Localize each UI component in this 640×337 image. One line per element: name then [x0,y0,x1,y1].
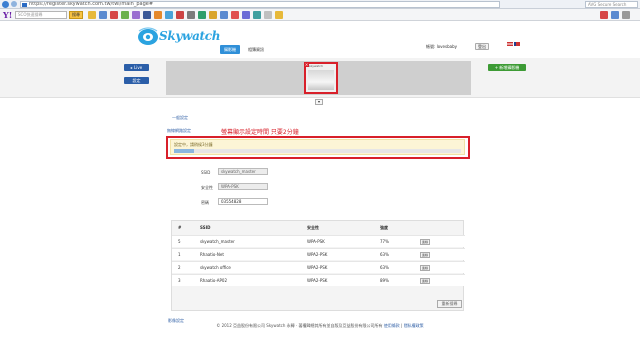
toolbar-shortcut-icon[interactable] [143,11,151,19]
toolbar-shortcut-icon[interactable] [121,11,129,19]
privacy-link[interactable]: 隱私權政策 [404,323,424,328]
connect-button[interactable]: 連線 [420,265,430,271]
flag-tw-icon[interactable] [507,42,513,46]
row-strength: 63% [380,265,389,270]
security-label: 安全性 [201,185,213,190]
table-header-num: # [178,225,182,230]
row-ssid: Rhaatio-Net [200,252,224,257]
back-icon[interactable] [2,0,9,8]
progress-fill [174,149,195,153]
connect-button[interactable]: 連線 [420,278,430,284]
row-ssid: skywatch_master [200,239,235,244]
row-strength: 77% [380,239,389,244]
row-strength: 89% [380,278,389,283]
password-field[interactable]: 03554828 [218,198,268,205]
row-num: 2 [178,265,181,270]
yahoo-logo-icon[interactable]: Y! [3,11,12,19]
yahoo-toolbar: Y! SCO快速搜尋 搜尋 [0,9,640,21]
row-strength: 63% [380,252,389,257]
toolbar-shortcut-icon[interactable] [242,11,250,19]
forward-icon[interactable] [11,1,17,7]
browser-address-bar: https://register.skywatch.com.tw/twi/mai… [0,0,640,9]
toolbar-shortcut-icon[interactable] [264,11,272,19]
table-row[interactable]: 5 skywatch_master WPA-PSK 77% 連線 [172,235,465,247]
logout-button[interactable]: 登出 [475,43,489,50]
toolbar-shortcut-icon[interactable] [110,11,118,19]
row-security: WPA2-PSK [307,265,328,270]
browser-search-field[interactable]: AVG Secure Search [585,1,638,8]
camera-thumbnail[interactable]: × skywatch [304,62,338,94]
flag-us-icon[interactable] [514,42,520,46]
account-label: 帳號: lovesbaby [426,44,457,49]
ssid-field[interactable]: skywatch_master [218,168,268,175]
row-security: WPA-PSK [307,239,325,244]
row-security: WPA2-PSK [307,278,328,283]
footer-copyright: © 2012 亞益股份有限公司 Skywatch 永轉 · 著權歸總其所有並自版… [216,323,383,328]
progress-bar [174,149,461,153]
chevron-down-icon[interactable]: ▾ [315,99,323,105]
table-row[interactable]: 1 Rhaatio-Net WPA2-PSK 63% 連線 [172,248,465,260]
url-text: https://register.skywatch.com.tw/twi/mai… [29,1,154,7]
live-button[interactable]: ▸ Live [124,64,149,71]
toolbar-search-placeholder: SCO快速搜尋 [18,12,43,17]
toolbar-shortcut-icon[interactable] [220,11,228,19]
tab-album[interactable]: 相簿資訊 [244,45,268,54]
toolbar-shortcut-icon[interactable] [99,11,107,19]
row-num: 5 [178,239,181,244]
setting-progress-alert: 設定中，請稍候3分鐘 [170,139,465,155]
toolbar-extension-icon[interactable] [600,11,608,19]
toolbar-shortcut-icon[interactable] [231,11,239,19]
page-footer: © 2012 亞益股份有限公司 Skywatch 永轉 · 著權歸總其所有並自版… [0,323,640,337]
camera-preview-image [308,70,334,90]
table-row[interactable]: 2 skywatch office WPA2-PSK 63% 連線 [172,261,465,273]
annotation-text: 螢幕顯示設定時間 只要2分鐘 [221,129,299,136]
toolbar-shortcut-icon[interactable] [88,11,96,19]
row-ssid: skywatch office [200,265,231,270]
toolbar-extension-icon[interactable] [622,11,630,19]
toolbar-shortcut-icon[interactable] [176,11,184,19]
toolbar-search-input[interactable]: SCO快速搜尋 [15,11,67,19]
section-wireless-title[interactable]: 無線網路設定 [167,128,191,134]
add-camera-button[interactable]: + 新增攝影機 [488,64,526,71]
toolbar-shortcut-icon[interactable] [132,11,140,19]
table-header-security: 安全性 [307,225,319,230]
camera-settings-button[interactable]: 設定 [124,77,149,84]
toolbar-extension-icon[interactable] [611,11,619,19]
toolbar-shortcut-icon[interactable] [253,11,261,19]
table-row[interactable]: 3 Rhaatio-AP02 WPA2-PSK 89% 連線 [172,274,465,286]
row-num: 1 [178,252,181,257]
tab-camera[interactable]: 攝影機 [220,45,240,54]
security-field[interactable]: WPA-PSK [218,183,268,190]
toolbar-right-icons [600,11,630,19]
toolbar-shortcut-icon[interactable] [275,11,283,19]
wifi-network-table: # SSID 安全性 強度 5 skywatch_master WPA-PSK … [171,220,465,311]
connect-button[interactable]: 連線 [420,252,430,258]
toolbar-icon-group [88,11,283,19]
logo-wordmark: Skywatch [159,29,221,43]
refresh-networks-button[interactable]: 重新搜尋 [437,300,462,308]
camera-caption: skywatch [309,64,323,68]
toolbar-shortcut-icon[interactable] [209,11,217,19]
connect-button[interactable]: 連線 [420,239,430,245]
table-header-strength: 強度 [380,225,388,230]
toolbar-shortcut-icon[interactable] [187,11,195,19]
browser-search-placeholder: AVG Secure Search [588,2,627,7]
row-security: WPA2-PSK [307,252,328,257]
toolbar-shortcut-icon[interactable] [154,11,162,19]
site-favicon-icon [22,3,27,7]
table-header-ssid: SSID [200,225,211,230]
section-general-title[interactable]: 一般設定 [172,115,188,121]
row-ssid: Rhaatio-AP02 [200,278,228,283]
alert-text: 設定中，請稍候3分鐘 [174,142,213,147]
toolbar-shortcut-icon[interactable] [165,11,173,19]
toolbar-search-button[interactable]: 搜尋 [69,11,83,19]
password-label: 密碼 [201,200,209,205]
row-num: 3 [178,278,181,283]
toolbar-shortcut-icon[interactable] [198,11,206,19]
terms-link[interactable]: 使用條款 [384,323,400,328]
url-field[interactable]: https://register.skywatch.com.tw/twi/mai… [20,1,500,8]
ssid-label: SSID [201,170,211,175]
language-flags [507,42,520,46]
